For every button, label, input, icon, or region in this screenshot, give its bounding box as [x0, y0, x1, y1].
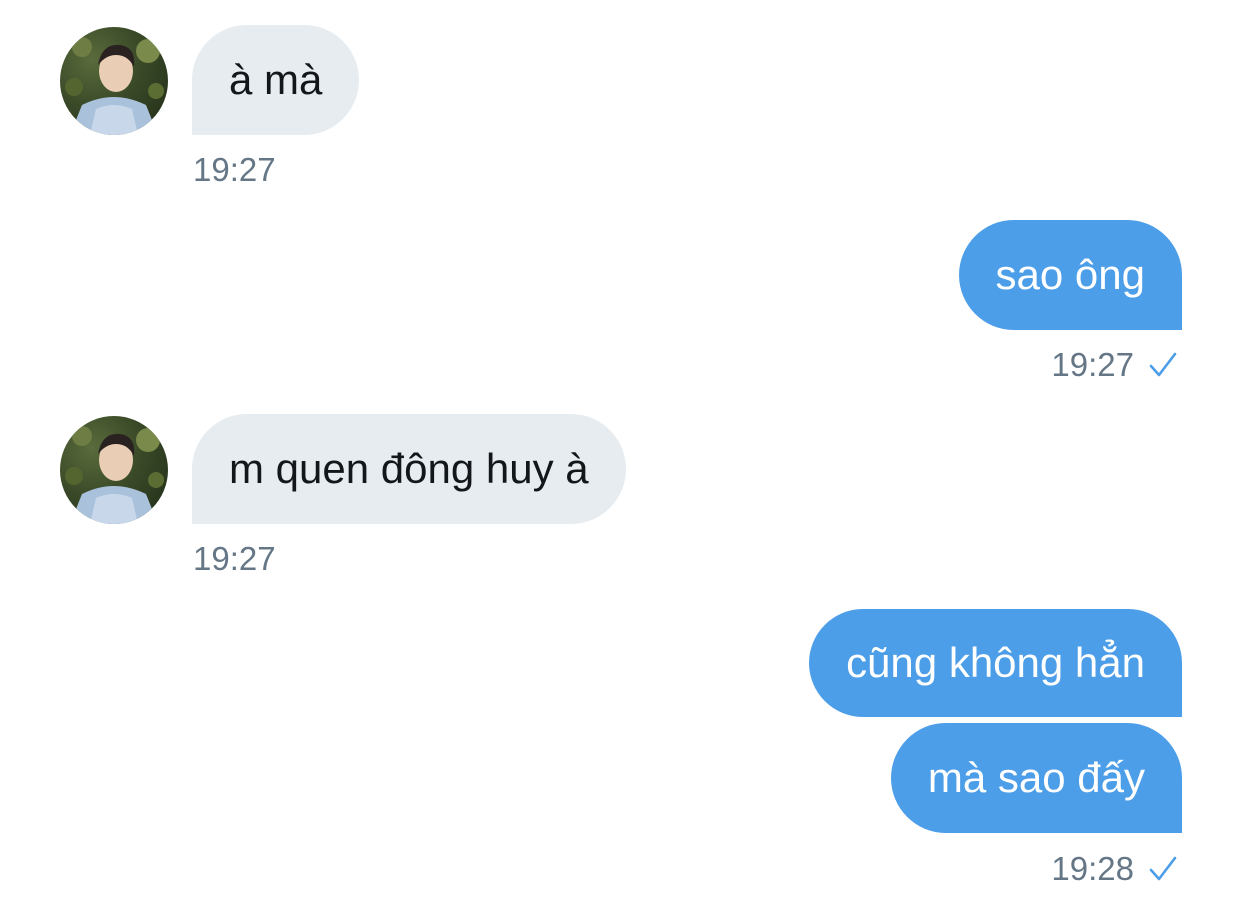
- sent-check-icon: [1148, 854, 1178, 884]
- timestamp-text: 19:27: [1051, 346, 1134, 383]
- outgoing-message-bubble[interactable]: sao ông: [958, 220, 1182, 330]
- message-timestamp: 19:27: [193, 153, 276, 186]
- outgoing-message-bubble[interactable]: cũng không hẳn: [809, 609, 1182, 717]
- timestamp-text: 19:27: [193, 540, 276, 577]
- person-photo-icon: [65, 37, 164, 135]
- timestamp-text: 19:27: [193, 151, 276, 188]
- incoming-message-bubble[interactable]: m quen đông huy à: [192, 414, 626, 524]
- message-text: m quen đông huy à: [229, 445, 589, 492]
- message-meta: 19:28: [1051, 852, 1178, 885]
- message-text: cũng không hẳn: [846, 639, 1145, 686]
- message-text: sao ông: [995, 251, 1145, 298]
- message-timestamp: 19:27: [193, 542, 276, 575]
- message-text: à mà: [229, 56, 323, 103]
- person-photo-icon: [65, 426, 164, 524]
- conversation-thread: à mà 19:27 sao ông 19:27 m quen đông huy…: [0, 0, 1242, 914]
- contact-avatar[interactable]: [60, 27, 168, 135]
- message-meta: 19:27: [1051, 348, 1178, 381]
- message-text: mà sao đấy: [927, 754, 1145, 801]
- contact-avatar[interactable]: [60, 416, 168, 524]
- sent-check-icon: [1148, 350, 1178, 380]
- outgoing-message-bubble[interactable]: mà sao đấy: [890, 723, 1182, 833]
- timestamp-text: 19:28: [1051, 850, 1134, 887]
- incoming-message-bubble[interactable]: à mà: [192, 25, 360, 135]
